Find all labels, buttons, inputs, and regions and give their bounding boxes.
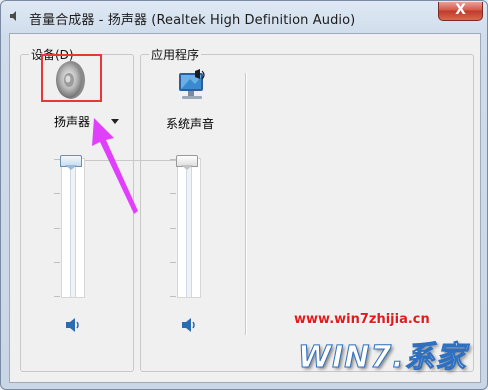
device-selector[interactable]: 扬声器 — [54, 113, 124, 129]
slider-channel — [70, 159, 76, 297]
app-volume-thumb[interactable] — [176, 155, 198, 170]
app-volume-slider[interactable] — [170, 158, 201, 298]
window-title: 音量合成器 - 扬声器 (Realtek High Definition Aud… — [29, 13, 356, 28]
app-mute-button[interactable] — [180, 317, 200, 333]
title-bar[interactable]: 音量合成器 - 扬声器 (Realtek High Definition Aud… — [1, 1, 487, 33]
watermark: www.win7zhijia.cn WIN7.系家 — [288, 310, 488, 390]
device-mute-button[interactable] — [64, 317, 84, 333]
device-volume-thumb[interactable] — [60, 155, 82, 170]
slider-tick — [170, 262, 176, 263]
app-name-label: 系统声音 — [166, 117, 215, 131]
watermark-url: www.win7zhijia.cn — [294, 312, 430, 327]
system-sounds-icon[interactable] — [176, 69, 208, 105]
app-column-divider — [245, 73, 246, 335]
slider-link-line — [82, 160, 177, 161]
device-highlight-box — [41, 54, 102, 102]
slider-tick — [54, 193, 60, 194]
slider-tick — [170, 296, 176, 297]
speaker-app-icon — [9, 10, 21, 22]
chevron-down-icon[interactable] — [111, 119, 119, 124]
slider-tick — [54, 228, 60, 229]
slider-tick — [170, 193, 176, 194]
slider-tick — [54, 262, 60, 263]
slider-channel — [186, 159, 192, 297]
device-volume-slider[interactable] — [54, 158, 85, 298]
slider-tick — [54, 296, 60, 297]
applications-group-label: 应用程序 — [149, 46, 202, 63]
device-name-label: 扬声器 — [54, 115, 91, 129]
close-button[interactable]: X — [438, 2, 483, 21]
slider-tick — [170, 228, 176, 229]
watermark-logo: WIN7.系家 — [298, 340, 467, 376]
